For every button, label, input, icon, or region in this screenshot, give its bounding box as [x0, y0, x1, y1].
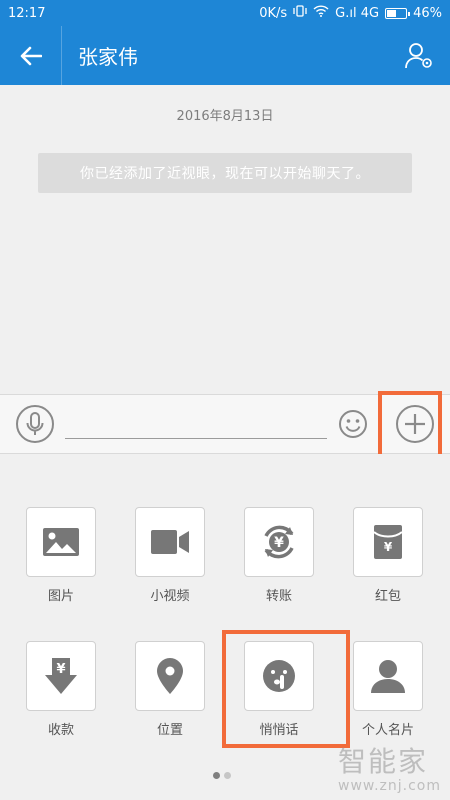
panel-item-location[interactable]: 位置 [135, 641, 205, 738]
date-separator: 2016年8月13日 [176, 109, 274, 124]
panel-item-label: 位置 [156, 723, 183, 738]
panel-item-transfer[interactable]: ¥ 转账 [244, 507, 314, 604]
contact-card-icon [371, 660, 405, 693]
panel-item-box[interactable] [135, 641, 205, 711]
emoji-button[interactable] [337, 408, 369, 440]
chat-area[interactable]: 2016年8月13日 你已经添加了近视眼，现在可以开始聊天了。 [0, 85, 450, 394]
panel-item-box[interactable]: ¥ [353, 507, 423, 577]
more-options-button[interactable] [396, 405, 434, 443]
wifi-icon [313, 5, 329, 21]
panel-item-box[interactable] [244, 641, 314, 711]
page-title: 张家伟 [78, 45, 138, 69]
panel-item-label: 收款 [47, 723, 74, 738]
panel-item-box[interactable]: ¥ [26, 641, 96, 711]
receive-money-icon: ¥ [45, 658, 77, 694]
svg-text:¥: ¥ [56, 662, 65, 677]
status-time: 12:17 [8, 5, 46, 21]
panel-item-label: 红包 [374, 589, 401, 604]
page-indicator [213, 772, 231, 779]
profile-settings-button[interactable] [402, 40, 436, 72]
watermark-sub: www.znj.com [338, 778, 441, 794]
panel-item-label: 转账 [265, 589, 292, 604]
panel-item-label: 小视频 [150, 589, 190, 604]
vibrate-icon [293, 5, 307, 21]
watermark: 智能家 www.znj.com [338, 740, 448, 796]
panel-item-label: 个人名片 [361, 723, 414, 738]
red-envelope-icon: ¥ [373, 525, 403, 559]
panel-item-video[interactable]: 小视频 [135, 507, 205, 604]
page-dot-active[interactable] [213, 772, 220, 779]
status-bar: 12:17 0K/s G.ıl 4G 46% [0, 0, 450, 26]
panel-item-box[interactable] [26, 507, 96, 577]
panel-item-box[interactable] [135, 507, 205, 577]
location-pin-icon [157, 658, 183, 694]
panel-item-receive[interactable]: ¥ 收款 [26, 641, 96, 738]
voice-button[interactable] [16, 405, 54, 443]
plus-icon [405, 414, 425, 434]
whisper-icon [263, 660, 295, 692]
panel-item-image[interactable]: 图片 [26, 507, 96, 604]
panel-item-whisper[interactable]: 悄悄话 [244, 641, 314, 738]
input-bar [0, 394, 450, 454]
page-dot[interactable] [224, 772, 231, 779]
smiley-icon [339, 410, 367, 438]
image-icon [43, 528, 79, 556]
network-speed: 0K/s [259, 5, 288, 21]
signal-text: G.ıl 4G [335, 5, 380, 21]
panel-item-box[interactable] [353, 641, 423, 711]
panel-item-contact-card[interactable]: 个人名片 [353, 641, 423, 738]
system-message: 你已经添加了近视眼，现在可以开始聊天了。 [38, 153, 412, 193]
panel-item-label: 悄悄话 [259, 723, 299, 738]
battery-icon [385, 7, 411, 19]
watermark-main: 智能家 [338, 745, 429, 778]
microphone-icon [26, 412, 44, 435]
transfer-yuan-icon: ¥ [264, 525, 294, 559]
svg-text:¥: ¥ [274, 535, 284, 551]
svg-text:¥: ¥ [384, 540, 393, 554]
panel-item-box[interactable]: ¥ [244, 507, 314, 577]
panel-item-label: 图片 [47, 589, 74, 604]
arrow-left-icon [20, 46, 42, 65]
battery-percent: 46% [413, 5, 442, 21]
video-camera-icon [151, 530, 189, 554]
back-button[interactable] [0, 26, 62, 85]
user-settings-icon [405, 43, 432, 69]
status-right: 0K/s G.ıl 4G 46% [259, 5, 442, 21]
panel-item-red-envelope[interactable]: ¥ 红包 [353, 507, 423, 604]
title-bar: 张家伟 [0, 26, 450, 85]
message-input[interactable] [65, 409, 327, 439]
